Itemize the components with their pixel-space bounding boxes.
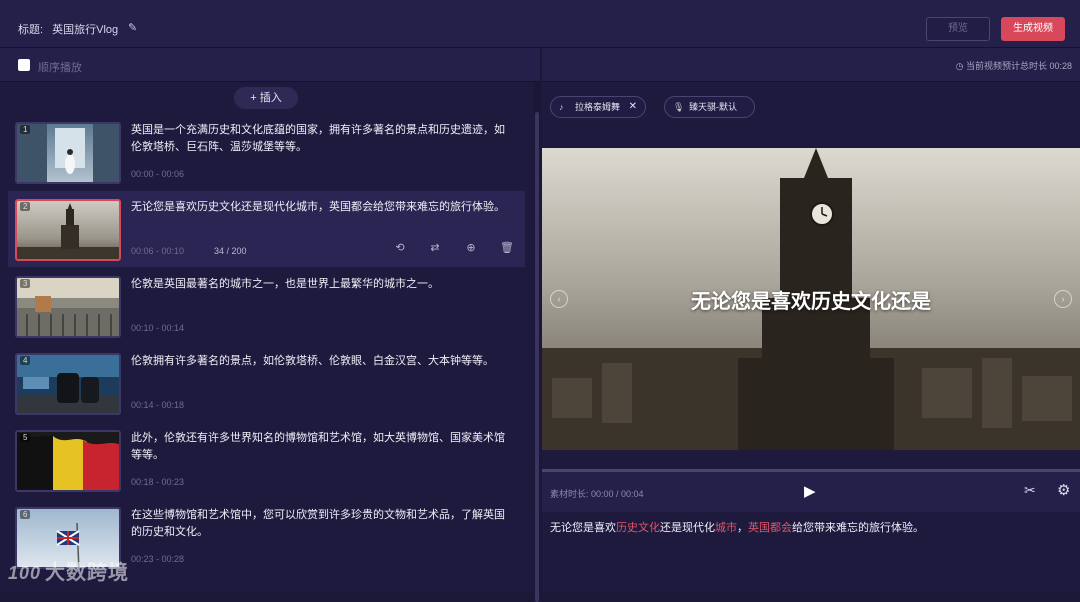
sequential-play-label: 顺序播放 [38,62,82,74]
clip-time: 00:18 - 00:23 [131,477,185,487]
clip-index: 3 [20,279,31,288]
total-duration-text: 当前视频预计总时长 00:28 [965,61,1072,71]
clip-item[interactable]: 5 此外，伦敦还有许多世界知名的博物馆和艺术馆，如大英博物馆、国家美术馆等等。 … [8,422,525,498]
clip-item[interactable]: 1 英国是一个充满历史和文化底蕴的国家，拥有许多著名的景点和历史遗迹，如伦敦塔桥… [8,114,525,190]
clock-icon: ◷ [955,61,966,71]
play-icon[interactable]: ▶ [804,482,820,500]
clip-time: 00:14 - 00:18 [131,400,185,410]
insert-button[interactable]: + 插入 [234,87,298,109]
replace-voice-icon[interactable]: ⟲ [392,241,408,257]
caption-part: ， [737,522,748,534]
total-duration: ◷ 当前视频预计总时长 00:28 [956,59,1072,72]
clip-thumbnail: 3 [15,276,121,338]
edit-pencil-icon[interactable]: ✎ [128,21,137,34]
top-bar: 标题: 英国旅行Vlog ✎ 预览 生成视频 [0,0,1080,48]
clip-caption: 无论您是喜欢历史文化还是现代化城市，英国都会给您带来难忘的旅行体验。 [550,519,924,535]
caption-keyword: 城市 [715,522,737,534]
clip-index: 6 [20,510,31,519]
watermark-logo: 100 [8,563,42,583]
remove-music-icon[interactable]: ✕ [629,97,637,117]
clip-index: 4 [20,356,31,365]
clip-thumbnail: 5 [15,430,121,492]
project-title: 标题: 英国旅行Vlog [18,21,118,37]
preview-toolbar: ◷ 当前视频预计总时长 00:28 [542,48,1080,82]
caption-part: 无论您是喜欢 [550,522,616,534]
title-label: 标题: [18,24,44,36]
delete-icon[interactable]: 🗑 [499,241,515,257]
music-chip[interactable]: ♪ 拉格泰姆舞 ✕ [550,96,646,118]
previous-clip-icon[interactable]: ‹ [550,290,568,308]
generate-video-button[interactable]: 生成视频 [1001,17,1065,41]
sequential-play-checkbox[interactable] [18,59,30,71]
caption-keyword: 英国都会 [748,522,792,534]
playback-controls: 素材时长: 00:00 / 00:04 ▶ ✂ ⚙ [542,472,1080,512]
next-clip-icon[interactable]: › [1054,290,1072,308]
clip-thumbnail: 1 [15,122,121,184]
gear-icon[interactable]: ⚙ [1057,481,1070,499]
clip-index: 1 [20,125,31,134]
clip-index: 5 [20,433,31,442]
clip-text[interactable]: 此外，伦敦还有许多世界知名的博物馆和艺术馆，如大英博物馆、国家美术馆等等。 [131,430,509,464]
clip-time: 00:23 - 00:28 [131,554,185,564]
music-name: 拉格泰姆舞 [575,102,621,112]
voice-name: 臻天骐-默认 [689,102,737,112]
clip-item-active[interactable]: 2 无论您是喜欢历史文化还是现代化城市，英国都会给您带来难忘的旅行体验。 00:… [8,191,525,267]
add-clip-icon[interactable]: ⊕ [463,241,479,257]
title-value: 英国旅行Vlog [52,24,119,36]
clip-list-scroll-thumb[interactable] [535,112,539,602]
music-icon: ♪ [559,102,564,112]
caption-part: 给您带来难忘的旅行体验。 [792,522,924,534]
clip-text[interactable]: 无论您是喜欢历史文化还是现代化城市，英国都会给您带来难忘的旅行体验。 [131,199,509,216]
clip-list-toolbar: 顺序播放 [0,48,540,82]
clip-item[interactable]: 3 伦敦是英国最著名的城市之一，也是世界上最繁华的城市之一。 00:10 - 0… [8,268,525,344]
preview-panel: ◷ 当前视频预计总时长 00:28 ♪ 拉格泰姆舞 ✕ 🎙 臻天骐-默认 无论您… [542,48,1080,592]
microphone-icon: 🎙 [673,102,685,112]
voice-chip[interactable]: 🎙 臻天骐-默认 [664,96,755,118]
clip-list-panel: 顺序播放 + 插入 1 英国是一个充满历史和文化底蕴的国家，拥有许多著名的景点和… [0,48,540,602]
caption-part: 还是现代化 [660,522,715,534]
clip-text[interactable]: 在这些博物馆和艺术馆中，您可以欣赏到许多珍贵的文物和艺术品，了解英国的历史和文化… [131,507,509,541]
clip-index: 2 [20,202,31,211]
clip-item[interactable]: 4 伦敦拥有许多著名的景点，如伦敦塔桥、伦敦眼、白金汉宫、大本钟等等。 00:1… [8,345,525,421]
material-duration: 素材时长: 00:00 / 00:04 [550,489,644,499]
preview-button[interactable]: 预览 [926,17,990,41]
video-subtitle: 无论您是喜欢历史文化还是 [691,291,931,313]
clip-time: 00:06 - 00:10 [131,246,185,256]
caption-keyword: 历史文化 [616,522,660,534]
replace-media-icon[interactable]: ⇄ [427,241,443,257]
scissors-icon[interactable]: ✂ [1024,482,1036,499]
clip-time: 00:00 - 00:06 [131,169,185,179]
watermark-text: 大数跨境 [45,562,130,584]
clip-thumbnail: 2 [15,199,121,261]
watermark: 100 大数跨境 [8,556,129,585]
clip-text[interactable]: 伦敦是英国最著名的城市之一，也是世界上最繁华的城市之一。 [131,276,509,293]
clip-time: 00:10 - 00:14 [131,323,185,333]
video-preview[interactable]: 无论您是喜欢历史文化还是 ‹ › [542,148,1080,450]
clip-thumbnail: 4 [15,353,121,415]
clip-text[interactable]: 英国是一个充满历史和文化底蕴的国家，拥有许多著名的景点和历史遗迹，如伦敦塔桥、巨… [131,122,509,156]
char-count: 34 / 200 [214,246,247,256]
clip-text[interactable]: 伦敦拥有许多著名的景点，如伦敦塔桥、伦敦眼、白金汉宫、大本钟等等。 [131,353,509,370]
